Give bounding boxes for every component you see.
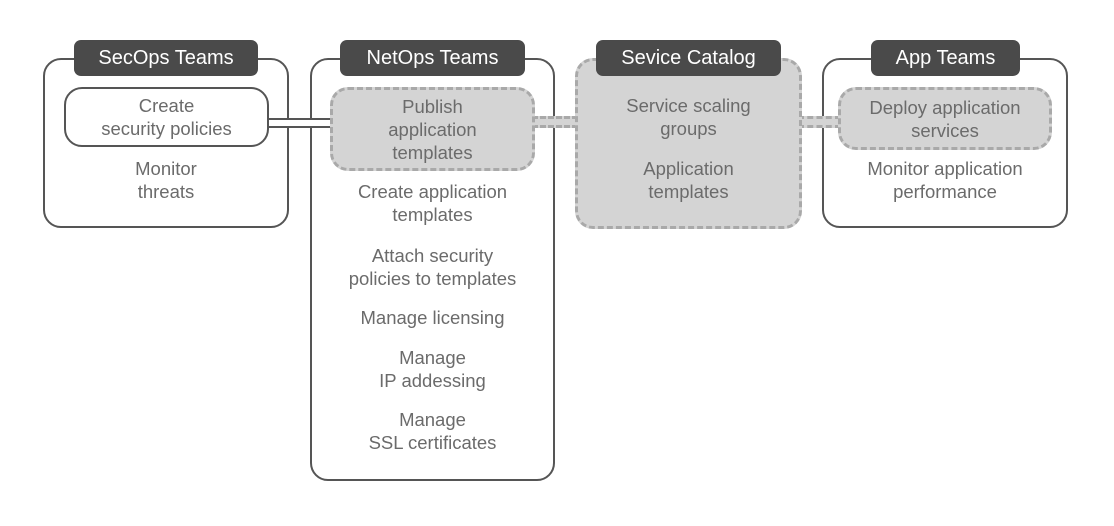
appteams-highlight-deploy-services: Deploy application services	[838, 87, 1052, 150]
netops-teams-title: NetOps Teams	[340, 40, 525, 76]
netops-highlight-label: Publish application templates	[388, 95, 477, 163]
netops-item-manage-ssl: Manage SSL certificates	[368, 409, 497, 453]
netops-highlight-publish-templates: Publish application templates	[330, 87, 535, 171]
netops-item-create-templates: Create application templates	[357, 181, 508, 225]
service-catalog-title: Sevice Catalog	[596, 40, 781, 76]
netops-item-attach-policies: Attach security policies to templates	[348, 245, 517, 289]
connector-secops-netops	[266, 118, 332, 128]
catalog-item-scaling-groups: Service scaling groups	[626, 95, 751, 139]
netops-item-manage-ip: Manage IP addessing	[379, 347, 486, 391]
appteams-highlight-label: Deploy application services	[869, 96, 1021, 141]
connector-catalog-appteams	[798, 116, 841, 128]
app-teams-title: App Teams	[871, 40, 1020, 76]
secops-item-monitor-threats: Monitor threats	[135, 158, 197, 202]
appteams-item-monitor-performance: Monitor application performance	[867, 158, 1023, 202]
secops-highlight-label: Create security policies	[101, 95, 232, 139]
netops-item-manage-licensing: Manage licensing	[360, 307, 505, 328]
service-catalog-group: Service scaling groups Application templ…	[575, 58, 802, 229]
catalog-item-application-templates: Application templates	[643, 158, 734, 202]
secops-teams-title: SecOps Teams	[74, 40, 258, 76]
secops-highlight-create-security-policies: Create security policies	[64, 87, 269, 147]
connector-netops-catalog	[532, 116, 578, 128]
